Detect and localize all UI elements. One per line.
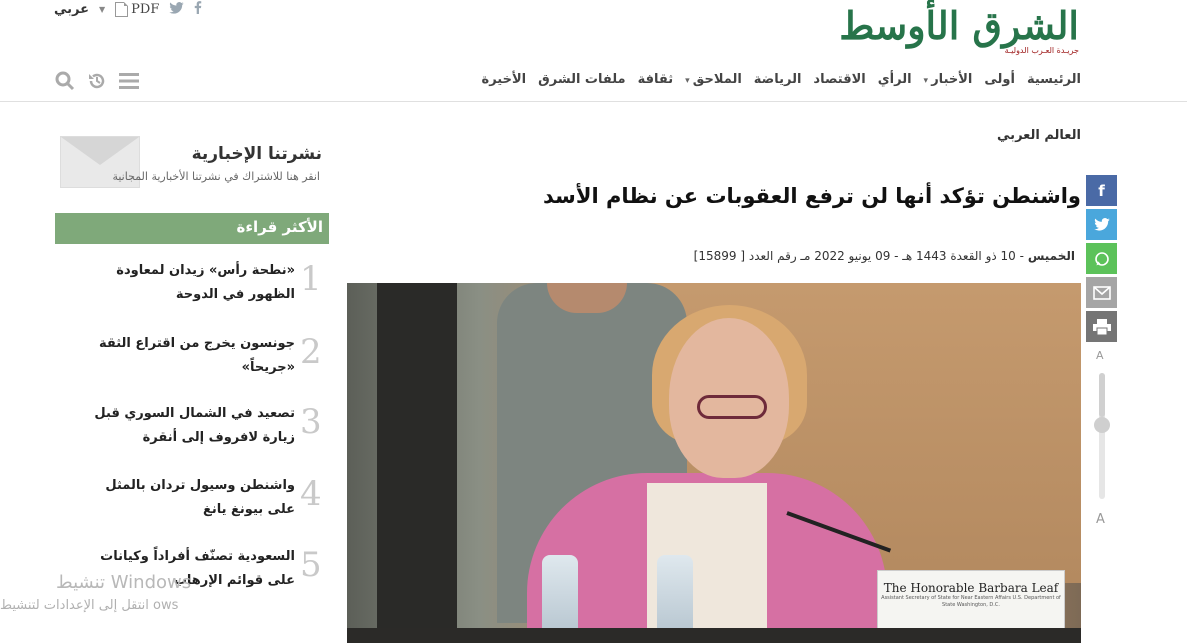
photo-camera (377, 283, 457, 643)
item-title[interactable]: واشنطن وسيول تردان بالمثل على بيونغ يانغ (85, 474, 295, 522)
article-photo: The Honorable Barbara Leaf Assistant Sec… (347, 283, 1081, 643)
nav-item-first[interactable]: أولى (984, 72, 1015, 87)
most-read-item[interactable]: 2 جونسون يخرج من اقتراع الثقة «جريحاً» (70, 332, 325, 375)
menu-icon[interactable] (118, 70, 140, 92)
nav-item-news[interactable]: الأخبار (924, 72, 972, 87)
item-title[interactable]: تصعيد في الشمال السوري قبل زيارة لافروف … (85, 402, 295, 450)
print-icon[interactable] (1086, 311, 1117, 342)
pdf-link[interactable]: PDF (115, 1, 160, 17)
nav-item-home[interactable]: الرئيسية (1027, 72, 1081, 87)
newsletter-subtitle[interactable]: انقر هنا للاشتراك في نشرتنا الأخبارية ال… (112, 170, 320, 183)
item-number: 2 (300, 332, 322, 372)
facebook-share-icon[interactable]: f (1086, 175, 1117, 206)
photo-speaker-glasses (697, 395, 767, 419)
slider-track-fill (1099, 373, 1105, 417)
windows-watermark-sub: انتقل إلى الإعدادات لتنشيط ows (0, 598, 179, 613)
header-divider (0, 101, 1187, 102)
placard-title: Assistant Secretary of State for Near Ea… (881, 595, 1061, 608)
item-title[interactable]: «نطحة رأس» زيدان لمعاودة الظهور في الدوح… (85, 259, 295, 307)
article-category[interactable]: العالم العربي (997, 128, 1081, 143)
logo-subtitle: جريـدة العـرب الدوليـة (1004, 46, 1079, 55)
search-icon[interactable] (54, 70, 76, 92)
windows-watermark-title: تنشيط Windows (56, 572, 192, 593)
nav-item-opinion[interactable]: الرأي (878, 72, 912, 87)
nav-item-files[interactable]: ملفات الشرق (538, 72, 625, 87)
font-size-large-label: A (1096, 512, 1105, 527)
slider-handle[interactable] (1094, 417, 1110, 433)
site-logo[interactable]: الشرق الأوسط جريـدة العـرب الدوليـة (769, 3, 1080, 56)
item-number: 4 (300, 474, 322, 514)
item-number: 5 (300, 545, 322, 585)
nav-item-economy[interactable]: الاقتصاد (813, 72, 865, 87)
photo-water-bottle (542, 555, 578, 635)
most-read-item[interactable]: 4 واشنطن وسيول تردان بالمثل على بيونغ يا… (70, 474, 325, 526)
item-number: 1 (300, 259, 322, 299)
photo-name-placard: The Honorable Barbara Leaf Assistant Sec… (877, 570, 1065, 634)
font-size-slider[interactable] (1094, 373, 1110, 499)
share-rail: f (1086, 175, 1117, 342)
nav-item-culture[interactable]: ثقافة (638, 72, 674, 87)
article-meta: الخميس - 10 ذو القعدة 1443 هـ - 09 يونيو… (694, 249, 1075, 263)
placard-name: The Honorable Barbara Leaf (883, 581, 1059, 595)
most-read-header: الأكثر قراءة (55, 213, 329, 244)
twitter-share-icon[interactable] (1086, 209, 1117, 240)
main-nav: الرئيسية أولى الأخبار الرأي الاقتصاد الر… (482, 72, 1081, 87)
chevron-down-icon[interactable]: ▼ (99, 5, 105, 14)
nav-item-supplements[interactable]: الملاحق (685, 72, 742, 87)
facebook-icon[interactable] (194, 0, 202, 18)
photo-table (347, 628, 1081, 643)
article-headline: واشنطن تؤكد أنها لن ترفع العقوبات عن نظا… (543, 184, 1081, 208)
article-day: الخميس (1027, 249, 1075, 263)
nav-tools (54, 70, 140, 92)
nav-item-sports[interactable]: الرياضة (754, 72, 802, 87)
article-date: - 10 ذو القعدة 1443 هـ - 09 يونيو 2022 م… (693, 249, 1024, 263)
nav-item-last[interactable]: الأخيرة (482, 72, 527, 87)
font-size-small-label: A (1096, 349, 1104, 362)
newsletter-title: نشرتنا الإخبارية (191, 144, 322, 164)
newsletter-box[interactable]: نشرتنا الإخبارية انقر هنا للاشتراك في نش… (60, 136, 322, 192)
history-icon[interactable] (86, 70, 108, 92)
most-read-item[interactable]: 3 تصعيد في الشمال السوري قبل زيارة لافرو… (70, 402, 325, 454)
utility-bar: عربي ▼ PDF (54, 0, 202, 18)
pdf-label: PDF (131, 1, 160, 17)
language-selector[interactable]: عربي (54, 2, 89, 17)
email-share-icon[interactable] (1086, 277, 1117, 308)
photo-water-bottle (657, 555, 693, 635)
twitter-icon[interactable] (169, 0, 185, 18)
logo-text: الشرق الأوسط (839, 3, 1080, 48)
most-read-title: الأكثر قراءة (236, 218, 323, 236)
most-read-item[interactable]: 1 «نطحة رأس» زيدان لمعاودة الظهور في الد… (70, 259, 325, 311)
item-title[interactable]: جونسون يخرج من اقتراع الثقة «جريحاً» (85, 332, 295, 380)
document-icon (115, 1, 129, 17)
item-number: 3 (300, 402, 322, 442)
whatsapp-share-icon[interactable] (1086, 243, 1117, 274)
